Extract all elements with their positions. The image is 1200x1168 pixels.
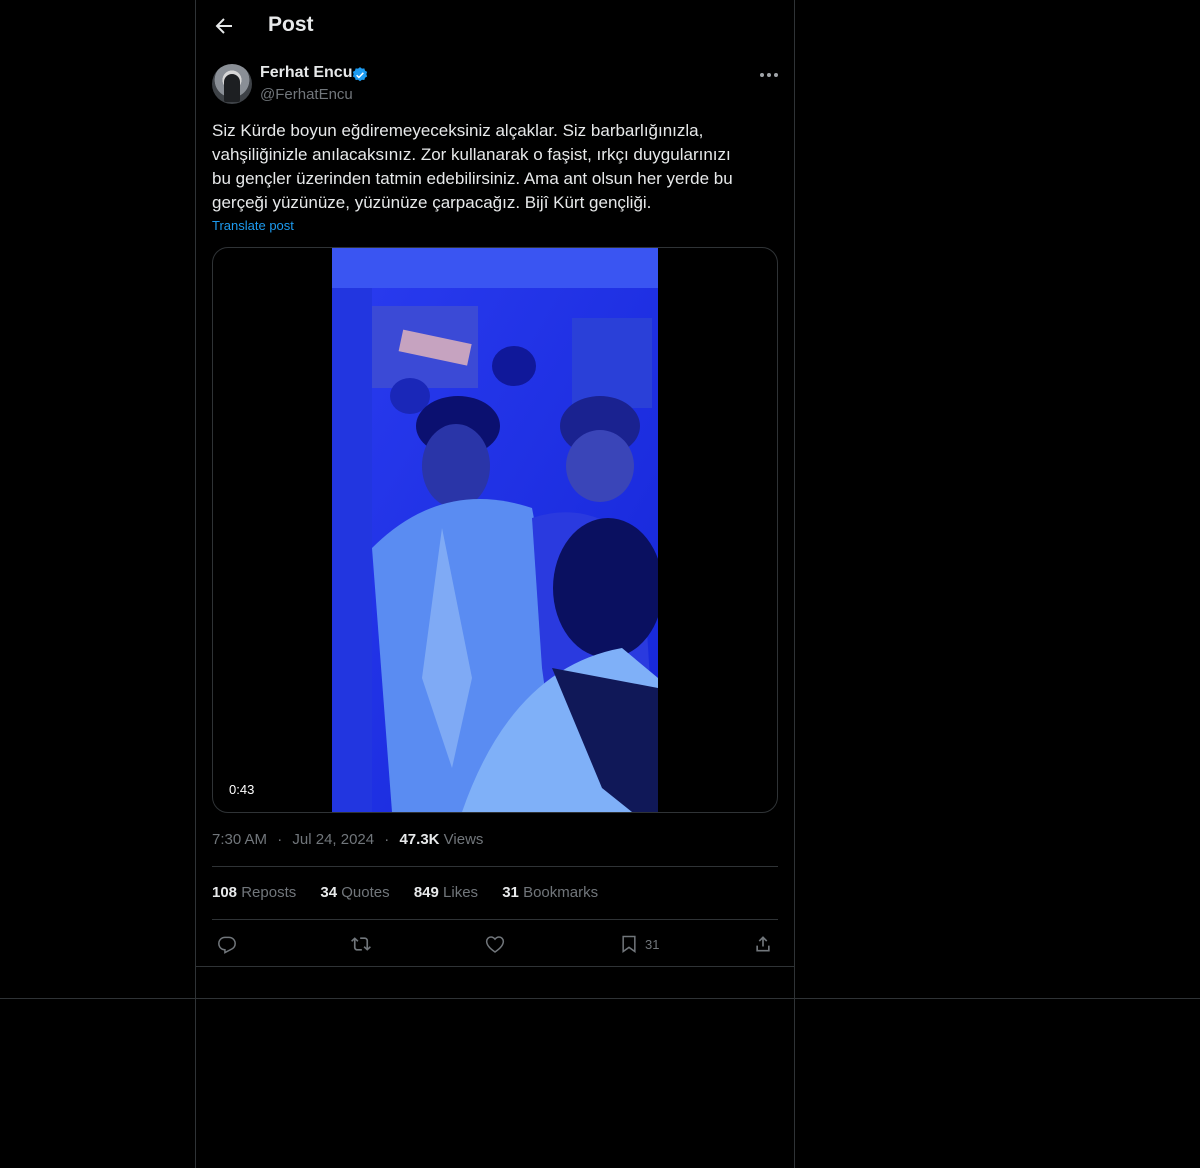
quotes-stat[interactable]: 34 Quotes [320,884,389,901]
heart-icon [485,936,505,953]
bookmark-button[interactable]: 31 [619,932,659,956]
arrow-left-icon[interactable] [212,14,236,38]
like-button[interactable] [485,932,505,956]
meta-separator: · [384,831,390,848]
likes-stat[interactable]: 849 Likes [414,884,478,901]
video-thumbnail [332,248,658,812]
repost-button[interactable] [351,932,371,956]
author-name[interactable]: Ferhat Encu [260,64,352,82]
post-date[interactable]: Jul 24, 2024 [292,831,374,848]
video-frame [332,248,658,812]
bookmarks-count: 31 [502,884,519,901]
bookmark-count: 31 [645,936,660,952]
reposts-count: 108 [212,884,238,901]
video-duration: 0:43 [223,780,261,799]
divider [212,919,778,920]
page-title: Post [268,13,314,36]
translate-post-link[interactable]: Translate post [212,218,294,233]
video-player[interactable]: 0:43 [212,247,778,813]
post-stats: 108 Reposts 34 Quotes 849 Likes 31 Bookm… [212,884,618,901]
author-handle[interactable]: @FerhatEncu [260,86,353,103]
page-header: Post [196,0,794,54]
views-label: Views [443,831,484,848]
share-button[interactable] [753,932,773,956]
divider [196,966,794,967]
reply-icon [218,936,236,954]
views-count: 47.3K [399,831,440,848]
post-meta: 7:30 AM · Jul 24, 2024 · 47.3K Views [212,831,483,848]
avatar[interactable] [212,64,252,104]
reply-button[interactable] [217,932,237,956]
quotes-count: 34 [320,884,338,901]
likes-count: 849 [413,884,439,901]
verified-badge-icon [352,67,368,82]
likes-label: Likes [443,884,479,901]
bookmarks-label: Bookmarks [523,884,599,901]
reposts-label: Reposts [241,884,297,901]
quotes-label: Quotes [341,884,390,901]
reposts-stat[interactable]: 108 Reposts [212,884,296,901]
bookmark-icon [622,935,636,953]
post-text: Siz Kürde boyun eğdiremeyeceksiniz alçak… [212,121,733,212]
post-time[interactable]: 7:30 AM [212,831,267,848]
divider [212,866,778,867]
bookmarks-stat[interactable]: 31 Bookmarks [502,884,598,901]
more-options-icon[interactable] [758,66,780,84]
repost-icon [351,937,371,951]
share-icon [756,936,770,952]
meta-separator: · [277,831,283,848]
main-column: Post Ferhat Encu @FerhatEncu Siz Kürde b… [195,0,795,1168]
